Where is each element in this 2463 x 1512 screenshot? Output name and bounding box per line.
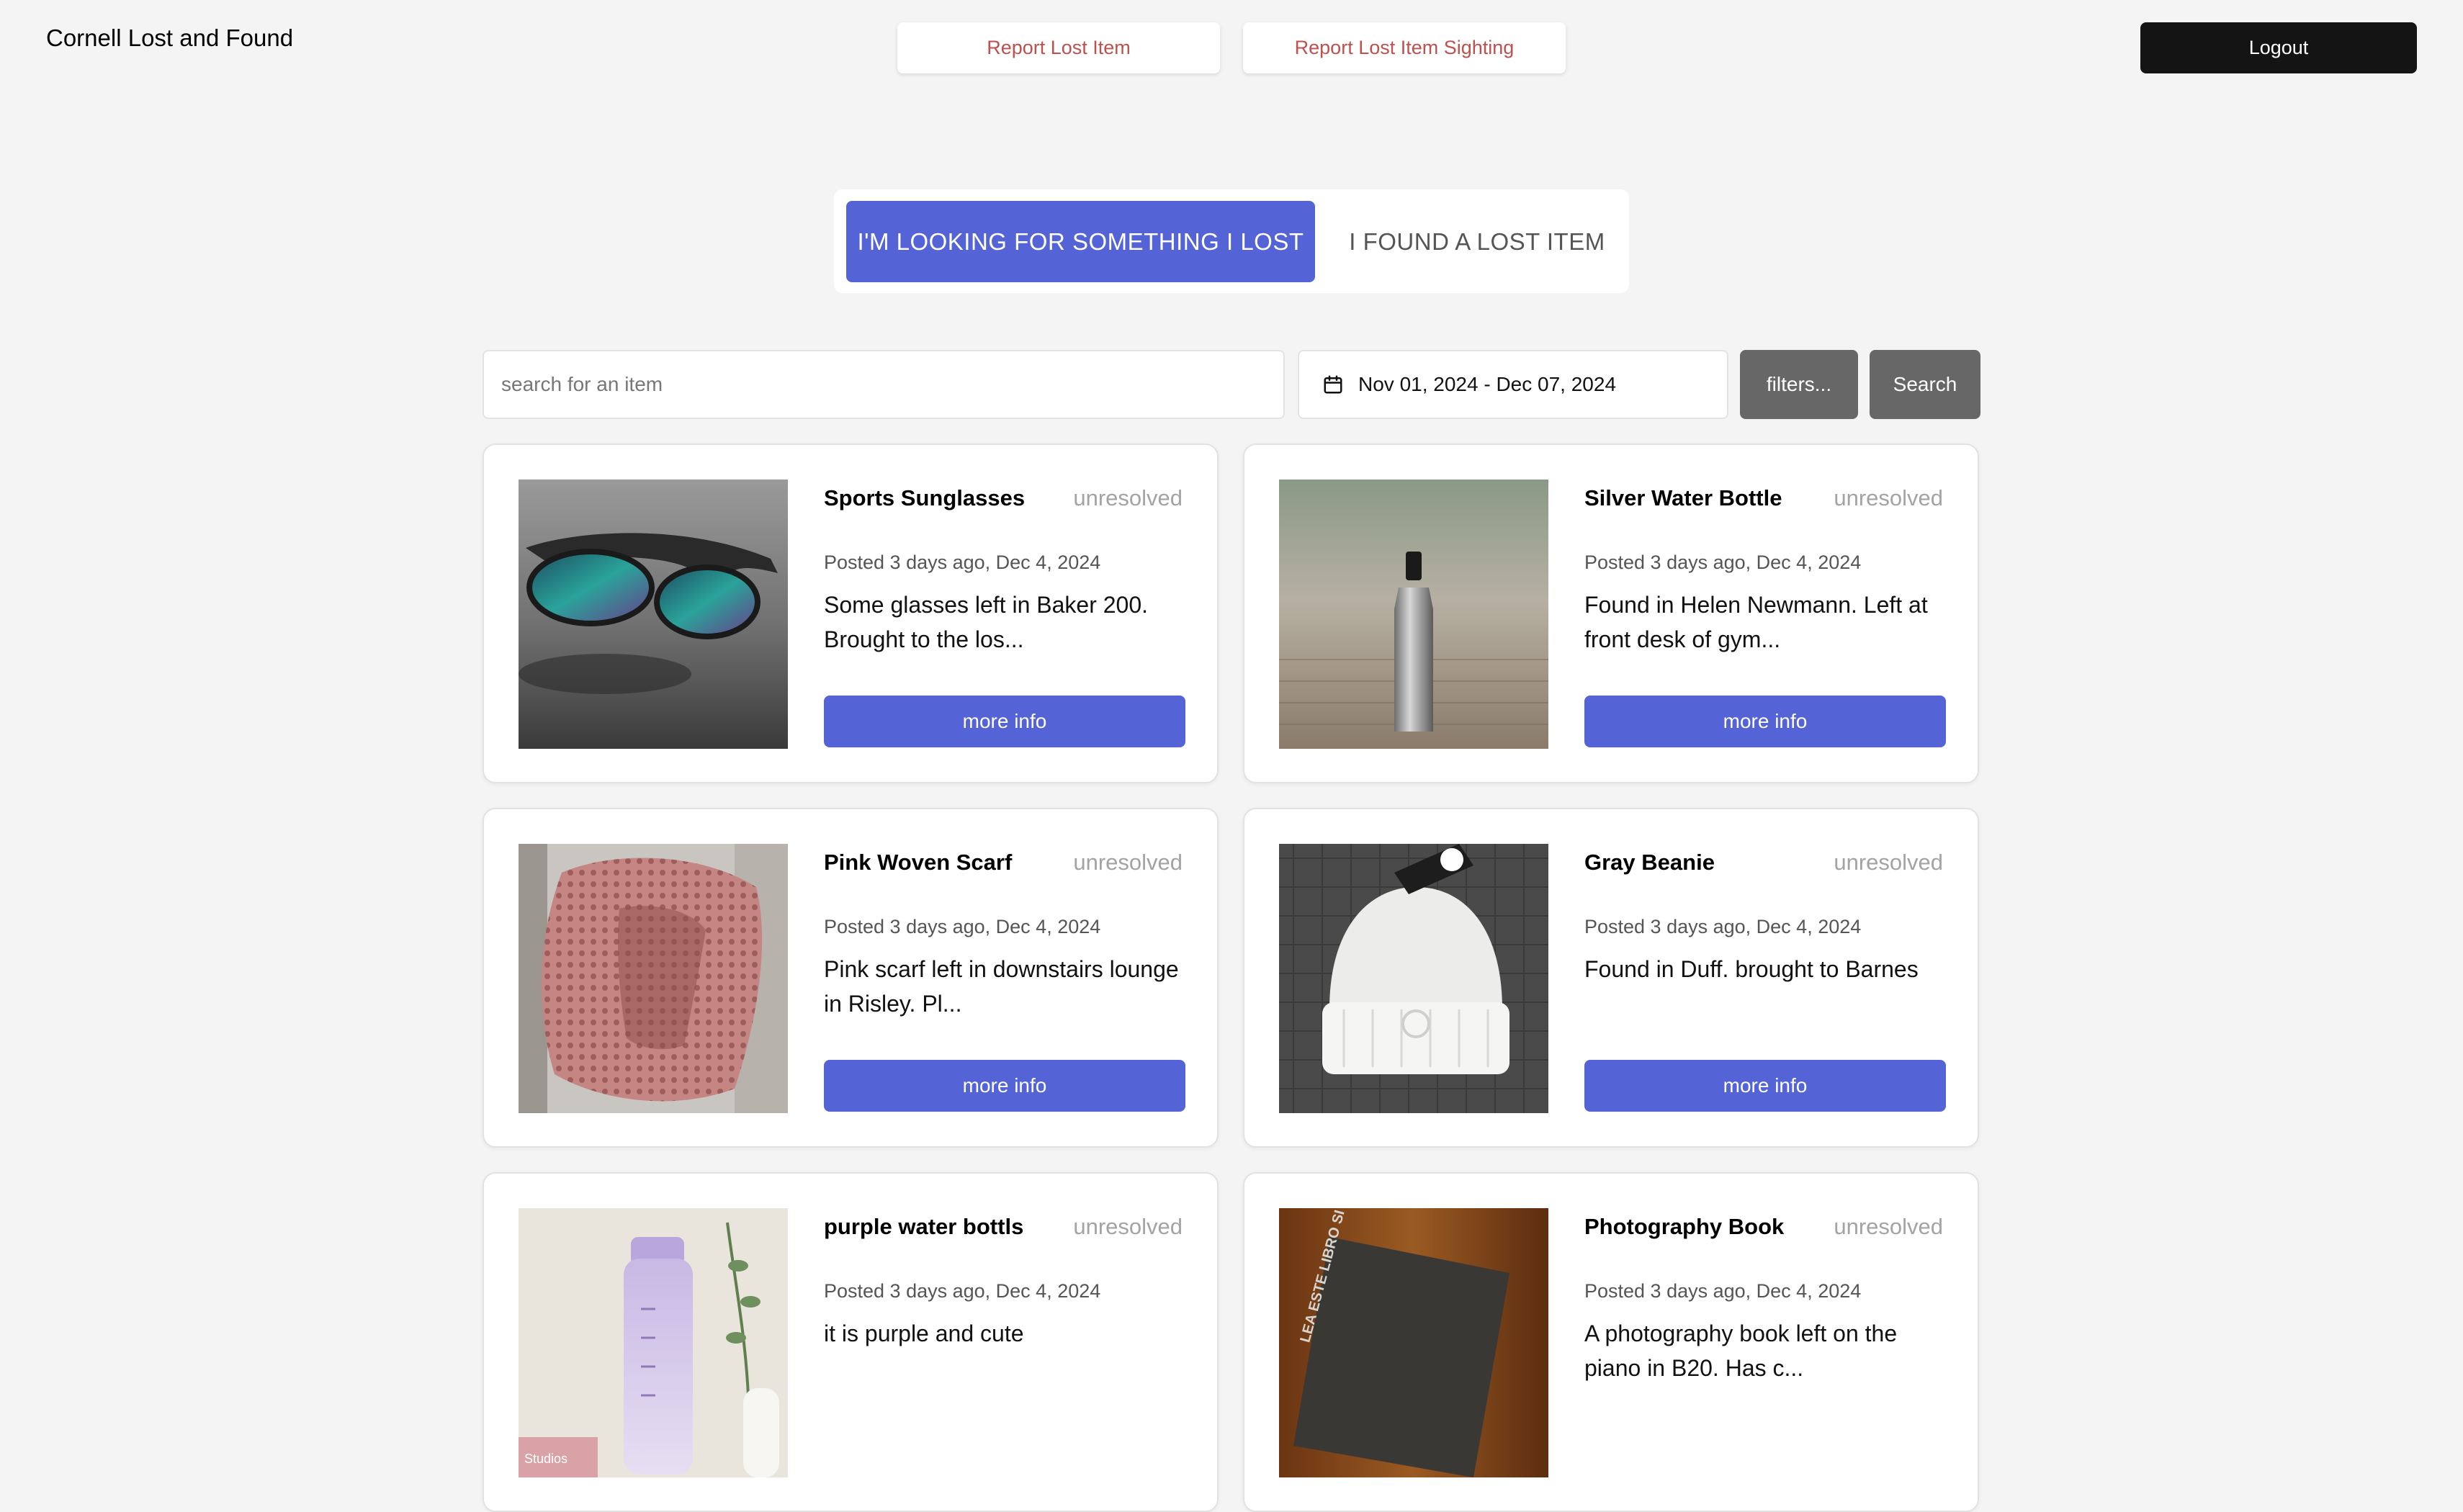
item-title[interactable]: Gray Beanie <box>1584 850 1715 876</box>
item-card: Pink Woven Scarf unresolved Posted 3 day… <box>483 808 1219 1148</box>
item-description: Some glasses left in Baker 200. Brought … <box>824 592 1149 652</box>
status-badge: unresolved <box>1834 485 1943 510</box>
item-description: A photography book left on the piano in … <box>1584 1320 1898 1381</box>
item-card: LEA ESTE LIBRO SI DESEA TOMAR BUENAS FOT… <box>1243 1172 1979 1512</box>
report-lost-item-button[interactable]: Report Lost Item <box>897 22 1220 73</box>
search-input[interactable] <box>483 350 1285 419</box>
status-badge: unresolved <box>1073 850 1183 875</box>
more-info-button[interactable]: more info <box>1584 696 1946 747</box>
item-title[interactable]: Photography Book <box>1584 1214 1784 1240</box>
filters-button[interactable]: filters... <box>1740 350 1858 419</box>
posted-date: Posted 3 days ago, Dec 4, 2024 <box>1584 1280 1862 1302</box>
search-row: Nov 01, 2024 - Dec 07, 2024 filters... S… <box>0 350 2463 420</box>
item-image-beanie <box>1279 844 1548 1113</box>
date-range-picker[interactable]: Nov 01, 2024 - Dec 07, 2024 <box>1298 350 1728 419</box>
posted-date: Posted 3 days ago, Dec 4, 2024 <box>824 916 1101 937</box>
posted-date: Posted 3 days ago, Dec 4, 2024 <box>824 1280 1101 1302</box>
more-info-button[interactable]: more info <box>1584 1060 1946 1112</box>
status-badge: unresolved <box>1834 1214 1943 1239</box>
tab-looking-for-lost[interactable]: I'M LOOKING FOR SOMETHING I LOST <box>846 201 1315 282</box>
item-title[interactable]: Sports Sunglasses <box>824 485 1025 511</box>
posted-date: Posted 3 days ago, Dec 4, 2024 <box>1584 916 1862 937</box>
logout-button[interactable]: Logout <box>2140 22 2417 73</box>
item-card: Sports Sunglasses unresolved Posted 3 da… <box>483 444 1219 783</box>
tab-found-lost-item[interactable]: I FOUND A LOST ITEM <box>1333 201 1621 282</box>
mode-toggle: I'M LOOKING FOR SOMETHING I LOST I FOUND… <box>834 189 1629 293</box>
report-sighting-button[interactable]: Report Lost Item Sighting <box>1243 22 1566 73</box>
item-card: Studios purple water bottls unresolved P… <box>483 1172 1219 1512</box>
brand-title[interactable]: Cornell Lost and Found <box>46 24 293 52</box>
item-image-photo-book: LEA ESTE LIBRO SI DESEA TOMAR BUENAS FOT… <box>1279 1208 1548 1477</box>
calendar-icon <box>1324 375 1342 394</box>
image-studios-text: Studios <box>524 1452 567 1466</box>
status-badge: unresolved <box>1073 1214 1183 1239</box>
more-info-button[interactable]: more info <box>824 1060 1185 1112</box>
item-description: Found in Duff. brought to Barnes <box>1584 956 1919 982</box>
item-title[interactable]: Pink Woven Scarf <box>824 850 1012 876</box>
item-description: it is purple and cute <box>824 1320 1024 1346</box>
item-card: Silver Water Bottle unresolved Posted 3 … <box>1243 444 1979 783</box>
item-description: Found in Helen Newmann. Left at front de… <box>1584 592 1928 652</box>
item-image-water-bottle <box>1279 480 1548 749</box>
posted-date: Posted 3 days ago, Dec 4, 2024 <box>1584 552 1862 573</box>
item-image-purple-bottle: Studios <box>519 1208 788 1477</box>
item-image-sunglasses <box>519 480 788 749</box>
top-bar: Cornell Lost and Found Report Lost Item … <box>0 0 2463 94</box>
item-title[interactable]: Silver Water Bottle <box>1584 485 1782 511</box>
item-description: Pink scarf left in downstairs lounge in … <box>824 956 1179 1017</box>
posted-date: Posted 3 days ago, Dec 4, 2024 <box>824 552 1101 573</box>
search-button[interactable]: Search <box>1870 350 1980 419</box>
status-badge: unresolved <box>1073 485 1183 510</box>
date-range-text: Nov 01, 2024 - Dec 07, 2024 <box>1358 373 1617 395</box>
item-card: Gray Beanie unresolved Posted 3 days ago… <box>1243 808 1979 1148</box>
item-image-scarf <box>519 844 788 1113</box>
item-title[interactable]: purple water bottls <box>824 1214 1023 1240</box>
status-badge: unresolved <box>1834 850 1943 875</box>
more-info-button[interactable]: more info <box>824 696 1185 747</box>
